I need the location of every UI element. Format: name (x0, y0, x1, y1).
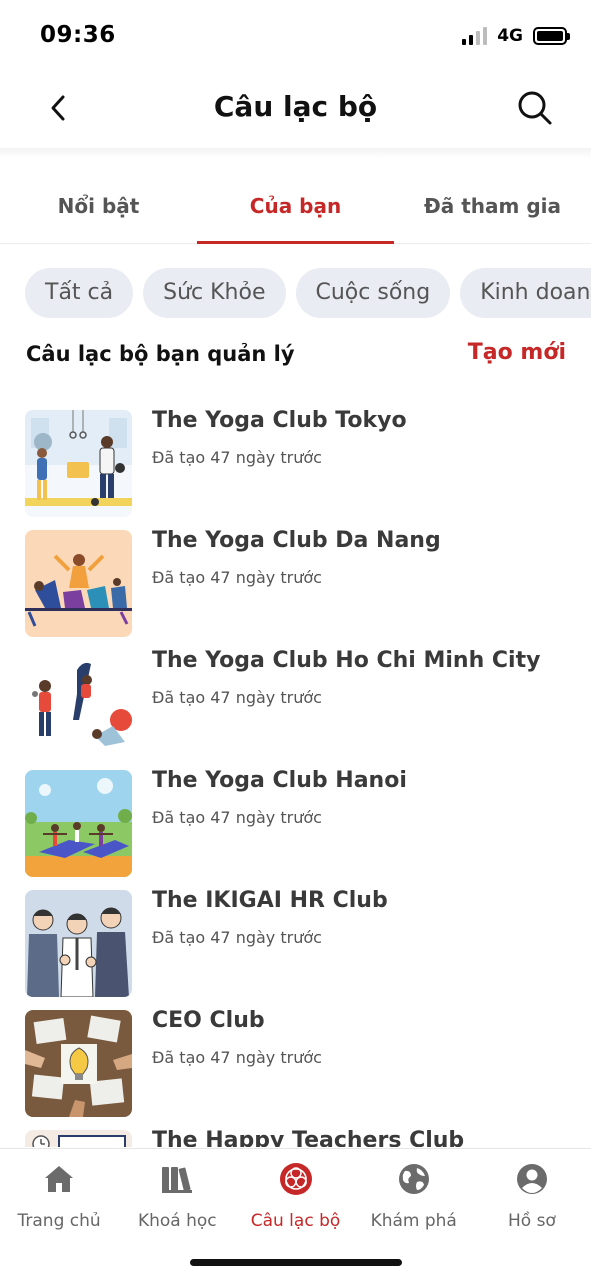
club-thumbnail (25, 410, 132, 517)
nav-explore-label: Khám phá (370, 1211, 457, 1231)
club-thumbnail (25, 1130, 132, 1147)
club-thumbnail (25, 530, 132, 637)
club-name: CEO Club (152, 1008, 265, 1033)
page-title: Câu lạc bộ (213, 90, 378, 123)
club-created-date: Đã tạo 47 ngày trước (152, 448, 322, 467)
nav-courses[interactable]: Khoá học (118, 1149, 236, 1249)
app-header: Câu lạc bộ (0, 70, 591, 148)
club-created-date: Đã tạo 47 ngày trước (152, 808, 322, 827)
signal-icon (462, 27, 488, 45)
club-list-item[interactable]: The Yoga Club Ho Chi Minh City Đã tạo 47… (25, 642, 566, 762)
status-bar: 09:36 4G (0, 0, 591, 70)
club-created-date: Đã tạo 47 ngày trước (152, 688, 322, 707)
nav-explore[interactable]: Khám phá (355, 1149, 473, 1249)
chip-all[interactable]: Tất cả (25, 268, 134, 318)
nav-home[interactable]: Trang chủ (0, 1149, 118, 1249)
club-thumbnail (25, 890, 132, 997)
books-icon (159, 1161, 195, 1197)
search-button[interactable] (515, 88, 555, 128)
club-name: The IKIGAI HR Club (152, 888, 388, 913)
tab-featured[interactable]: Nổi bật (0, 160, 197, 243)
section-header: Câu lạc bộ bạn quản lý Tạo mới (26, 340, 566, 374)
tab-bar: Nổi bật Của bạn Đã tham gia (0, 160, 591, 244)
club-name: The Happy Teachers Club (152, 1128, 465, 1147)
nav-home-label: Trang chủ (17, 1211, 101, 1231)
tab-yours[interactable]: Của bạn (197, 160, 394, 244)
club-list: The Yoga Club Tokyo Đã tạo 47 ngày trước (25, 402, 566, 1147)
club-thumbnail (25, 770, 132, 877)
section-title: Câu lạc bộ bạn quản lý (26, 342, 295, 366)
club-name: The Yoga Club Da Nang (152, 528, 441, 553)
chip-health[interactable]: Sức Khỏe (143, 268, 286, 318)
battery-icon (533, 27, 570, 45)
chip-business[interactable]: Kinh doanh (460, 268, 591, 318)
club-list-item[interactable]: The Yoga Club Hanoi Đã tạo 47 ngày trước (25, 762, 566, 882)
tab-joined[interactable]: Đã tham gia (394, 160, 591, 243)
club-created-date: Đã tạo 47 ngày trước (152, 568, 322, 587)
club-list-item[interactable]: CEO Club Đã tạo 47 ngày trước (25, 1002, 566, 1122)
home-indicator (190, 1259, 402, 1266)
header-divider (0, 148, 591, 158)
bottom-nav: Trang chủ Khoá học Câu lạc bộ Khám phá H… (0, 1148, 591, 1280)
club-list-item[interactable]: The Yoga Club Tokyo Đã tạo 47 ngày trước (25, 402, 566, 522)
nav-courses-label: Khoá học (137, 1211, 217, 1231)
club-list-item[interactable]: The Happy Teachers Club (25, 1122, 566, 1147)
network-type: 4G (497, 26, 523, 46)
club-name: The Yoga Club Tokyo (152, 408, 407, 433)
club-created-date: Đã tạo 47 ngày trước (152, 1048, 322, 1067)
club-thumbnail (25, 1010, 132, 1117)
nav-profile[interactable]: Hồ sơ (473, 1149, 591, 1249)
club-list-item[interactable]: The Yoga Club Da Nang Đã tạo 47 ngày trư… (25, 522, 566, 642)
create-new-button[interactable]: Tạo mới (468, 340, 566, 365)
club-thumbnail (25, 650, 132, 757)
home-icon (41, 1161, 77, 1197)
category-chips: Tất cảSức KhỏeCuộc sốngKinh doanh (25, 268, 591, 318)
club-icon (278, 1161, 314, 1197)
profile-icon (514, 1161, 550, 1197)
search-icon (518, 91, 552, 125)
club-name: The Yoga Club Hanoi (152, 768, 407, 793)
chip-life[interactable]: Cuộc sống (295, 268, 451, 318)
club-list-item[interactable]: The IKIGAI HR Club Đã tạo 47 ngày trước (25, 882, 566, 1002)
nav-profile-label: Hồ sơ (507, 1211, 556, 1231)
status-time: 09:36 (40, 22, 116, 48)
nav-clubs-label: Câu lạc bộ (250, 1211, 341, 1231)
club-created-date: Đã tạo 47 ngày trước (152, 928, 322, 947)
globe-icon (396, 1161, 432, 1197)
nav-clubs[interactable]: Câu lạc bộ (236, 1149, 354, 1249)
club-name: The Yoga Club Ho Chi Minh City (152, 648, 541, 673)
status-indicators: 4G (462, 26, 570, 46)
